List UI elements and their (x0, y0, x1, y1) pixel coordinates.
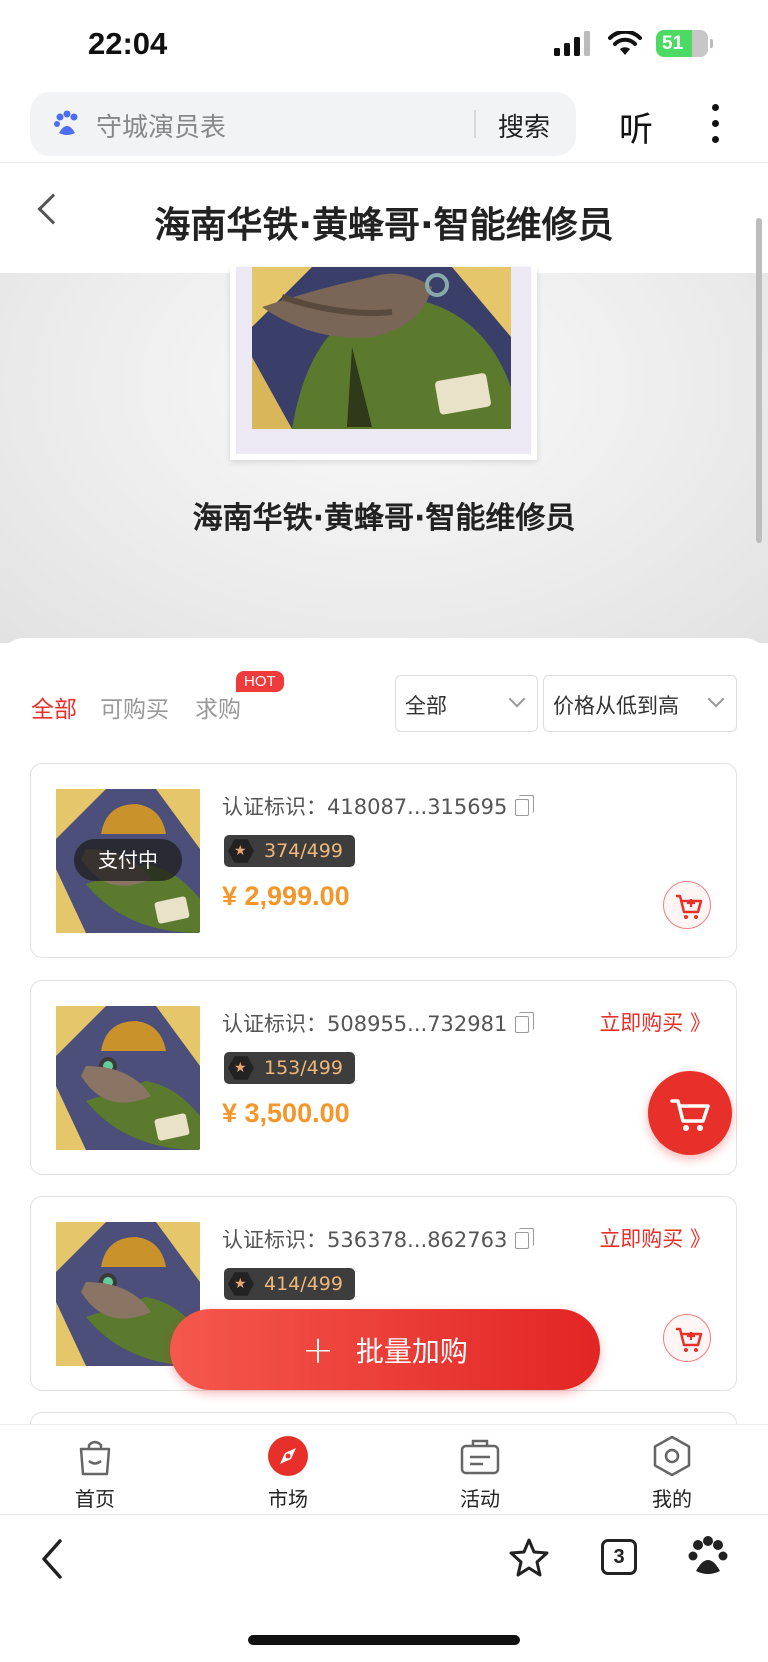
copy-icon[interactable] (515, 795, 535, 816)
bulk-add-label: 批量加购 (355, 1334, 468, 1368)
nav-label: 活动 (460, 1487, 500, 1511)
plus-icon: + (302, 1327, 334, 1372)
edition-badge: 414/499 (224, 1268, 355, 1300)
status-icons: 51 (554, 30, 713, 57)
listing-card[interactable]: 认证标识：508955...732981 立即购买 》 153/499 ¥ 3,… (30, 980, 737, 1175)
edition-number: 153/499 (264, 1057, 343, 1079)
tab-all[interactable]: 全部 (31, 690, 77, 724)
category-select-value: 全部 (405, 694, 447, 718)
search-input[interactable]: 守城演员表 (96, 107, 226, 144)
browser-search-bar[interactable]: 守城演员表 搜索 (30, 92, 576, 156)
hero-banner: 海南华铁·黄蜂哥·智能维修员 (0, 267, 768, 643)
star-icon[interactable] (508, 1537, 550, 1579)
buy-now-link[interactable]: 立即购买 》 (599, 1223, 711, 1253)
search-divider (474, 110, 476, 138)
add-to-cart-icon[interactable] (663, 881, 711, 929)
cert-value: 418087...315695 (327, 795, 508, 819)
page-title: 海南华铁·黄蜂哥·智能维修员 (154, 205, 614, 246)
search-button[interactable]: 搜索 (498, 107, 550, 144)
sort-select-value: 价格从低到高 (553, 694, 679, 718)
hot-badge: HOT (236, 671, 284, 692)
cert-id: 认证标识：508955...732981 (222, 1008, 535, 1038)
cart-button[interactable] (648, 1071, 732, 1155)
chevron-down-icon (508, 690, 526, 708)
cert-id: 认证标识：536378...862763 (222, 1224, 535, 1254)
home-indicator (248, 1635, 520, 1645)
baidu-paw-icon (54, 110, 78, 135)
buy-now-link[interactable]: 立即购买 》 (599, 1007, 711, 1037)
edition-number: 414/499 (264, 1273, 343, 1295)
edition-badge: 374/499 (224, 835, 355, 867)
battery-icon: 51 (656, 30, 713, 57)
divider (0, 162, 768, 163)
nav-label: 首页 (75, 1487, 115, 1511)
nav-label: 市场 (268, 1487, 308, 1511)
bag-icon (79, 1440, 111, 1476)
star-badge-icon (228, 1272, 254, 1296)
edition-badge: 153/499 (224, 1052, 355, 1084)
star-badge-icon (228, 1056, 254, 1080)
cellular-signal-icon (554, 30, 590, 56)
edition-number: 374/499 (264, 840, 343, 862)
bulk-add-button[interactable]: + 批量加购 (170, 1309, 600, 1390)
tab-wanted[interactable]: 求购 (195, 690, 241, 724)
copy-icon[interactable] (515, 1012, 535, 1033)
nav-label: 我的 (652, 1487, 692, 1511)
cert-value: 536378...862763 (327, 1228, 508, 1252)
listing-thumbnail: 支付中 (56, 789, 200, 933)
category-select[interactable]: 全部 (395, 675, 538, 732)
add-to-cart-icon[interactable] (663, 1314, 711, 1362)
listing-thumbnail (56, 1006, 200, 1150)
bottom-nav: 首页 市场 活动 我的 (0, 1424, 768, 1514)
listen-button[interactable]: 听 (619, 102, 653, 151)
chevron-down-icon (707, 690, 725, 708)
listing-price: ¥ 3,500.00 (222, 1098, 350, 1128)
scrollbar[interactable] (756, 218, 762, 543)
tabs-count-button[interactable]: 3 (601, 1539, 637, 1575)
wifi-icon (608, 30, 642, 55)
status-time: 22:04 (88, 26, 168, 61)
copy-icon[interactable] (515, 1228, 535, 1249)
cert-label: 认证标识： (222, 1012, 327, 1036)
artwork-image (252, 267, 511, 429)
sort-select[interactable]: 价格从低到高 (543, 675, 737, 732)
listing-card[interactable]: 支付中 认证标识：418087...315695 374/499 ¥ 2,999… (30, 763, 737, 958)
compass-icon (268, 1436, 308, 1476)
artwork-frame (230, 267, 537, 460)
baidu-home-icon[interactable] (688, 1535, 728, 1579)
more-menu-icon[interactable] (712, 104, 720, 152)
cert-id: 认证标识：418087...315695 (222, 791, 535, 821)
cert-label: 认证标识： (222, 1228, 327, 1252)
cert-value: 508955...732981 (327, 1012, 508, 1036)
browser-back-icon[interactable] (38, 1537, 66, 1581)
star-badge-icon (228, 839, 254, 863)
cert-label: 认证标识： (222, 795, 327, 819)
hexagon-icon (653, 1435, 691, 1477)
tab-purchasable[interactable]: 可购买 (100, 690, 169, 724)
briefcase-icon (460, 1439, 500, 1475)
listing-price: ¥ 2,999.00 (222, 881, 350, 911)
status-badge: 支付中 (74, 839, 182, 881)
artwork-name: 海南华铁·黄蜂哥·智能维修员 (192, 501, 576, 536)
